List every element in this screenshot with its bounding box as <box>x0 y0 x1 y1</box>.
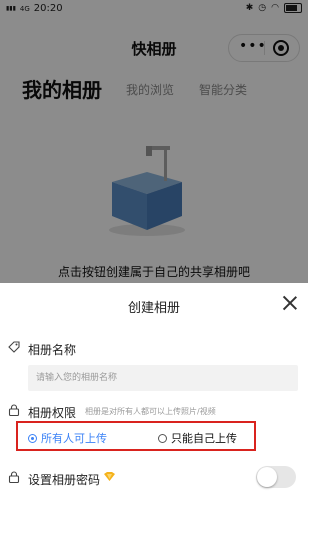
password-toggle[interactable] <box>256 466 296 488</box>
album-name-row: 相册名称 <box>0 338 308 358</box>
album-name-label: 相册名称 <box>28 343 77 357</box>
sheet-title: 创建相册 <box>127 301 180 316</box>
permission-options: 所有人可上传 只能自己上传 <box>16 421 256 451</box>
radio-checked-icon[interactable] <box>28 433 37 443</box>
option-everyone-upload[interactable]: 所有人可上传 <box>28 430 107 446</box>
option-only-self-label: 只能自己上传 <box>171 432 237 445</box>
diamond-crown-icon <box>104 472 115 481</box>
create-album-sheet: 创建相册 相册名称 相册权限 相册是对所有人都可以上传照片/视频 所有人可上传 … <box>0 283 308 552</box>
radio-unchecked-icon[interactable] <box>158 433 167 443</box>
lock-icon <box>8 404 20 416</box>
album-permission-label: 相册权限 <box>28 406 77 420</box>
close-icon[interactable] <box>281 294 299 312</box>
option-only-self-upload[interactable]: 只能自己上传 <box>158 430 237 446</box>
album-permission-row: 相册权限 相册是对所有人都可以上传照片/视频 <box>0 402 308 422</box>
toggle-knob <box>257 467 277 487</box>
album-password-label: 设置相册密码 <box>28 473 101 487</box>
option-everyone-label: 所有人可上传 <box>41 432 107 445</box>
album-name-input[interactable] <box>28 365 298 391</box>
album-password-row: 设置相册密码 <box>0 466 308 490</box>
tag-icon <box>8 341 20 353</box>
lock-icon <box>8 471 20 483</box>
permission-hint: 相册是对所有人都可以上传照片/视频 <box>85 407 216 416</box>
